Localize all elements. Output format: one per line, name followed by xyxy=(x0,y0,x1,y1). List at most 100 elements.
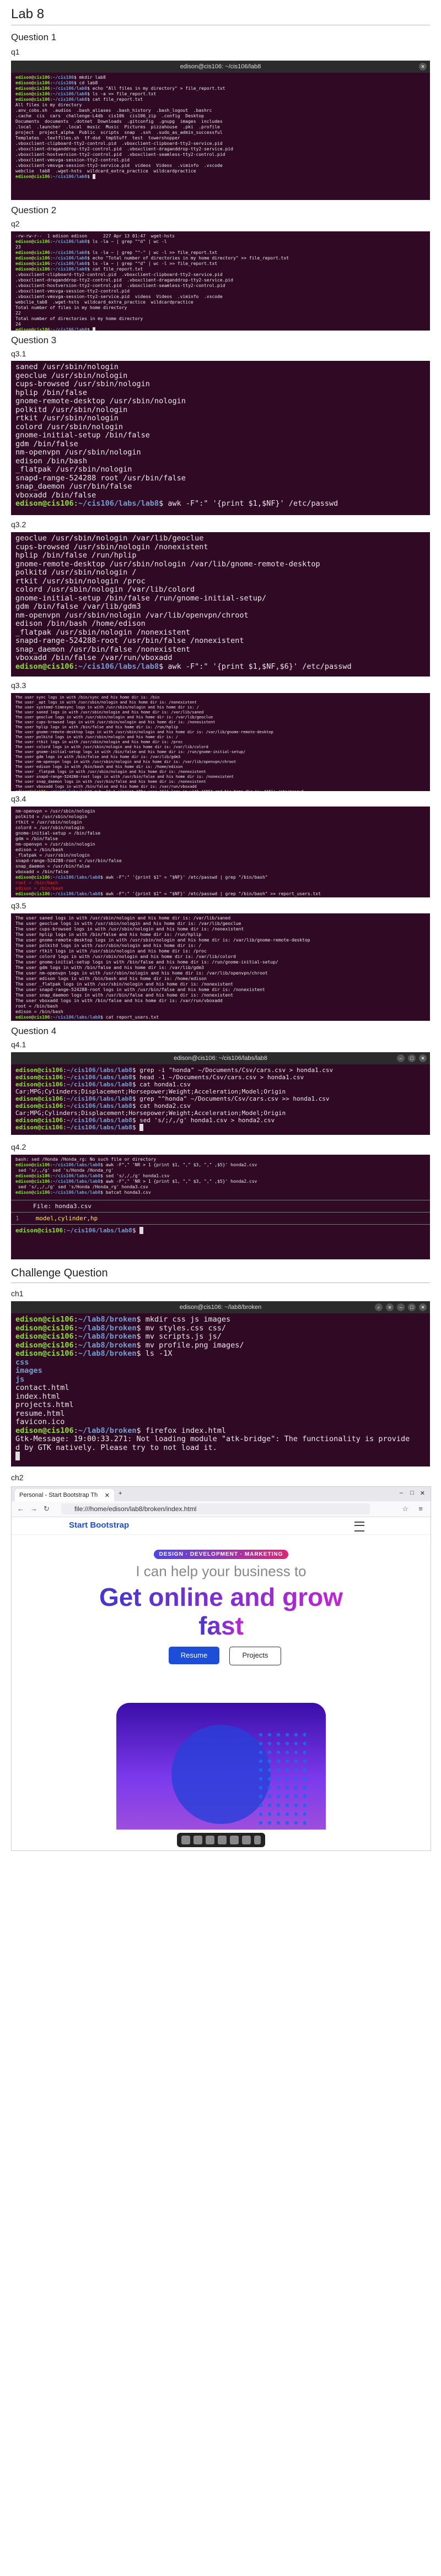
maximize-icon[interactable]: □ xyxy=(408,1054,416,1062)
output-text: The user gdm logs in with /bin/false and… xyxy=(15,965,204,970)
output-line: projects.html xyxy=(15,1400,426,1410)
output-text: resume.html xyxy=(15,1409,65,1418)
prompt-command: $ xyxy=(132,1124,140,1131)
output-line: 24 xyxy=(15,322,426,327)
output-text: cups-browsed /usr/sbin/nologin xyxy=(15,380,150,388)
output-line: gnome-initial-setup = /bin/false xyxy=(15,831,426,836)
q4-2-label: q4.2 xyxy=(11,1143,26,1151)
prompt-user: edison@cis106 xyxy=(15,1124,63,1131)
url-bar[interactable]: file:///home/edison/lab8/broken/index.ht… xyxy=(61,1503,370,1514)
output-line: Gtk-Message: 19:00:33.271: Not loading m… xyxy=(15,1435,426,1444)
output-line: The user vboxadd logs in with /bin/false… xyxy=(15,998,426,1004)
output-line: polkitd /usr/sbin/nologin / xyxy=(15,568,426,577)
output-text: The user gnome-remote-desktop logs in wi… xyxy=(15,730,273,734)
dock-app-icon[interactable] xyxy=(193,1836,202,1844)
forward-icon[interactable]: → xyxy=(30,1505,37,1513)
prompt-path: ~/cis106/labs/lab8 xyxy=(66,1102,132,1110)
prompt-line: edison@cis106:~/lab8/broken$ ls -1X xyxy=(15,1349,173,1358)
output-text: colord /usr/sbin/nologin /var/lib/colord xyxy=(15,585,195,594)
prompt-command: $ xyxy=(87,327,93,331)
output-line: project project_alpha Public scripts sna… xyxy=(15,130,426,136)
dock-app-icon[interactable] xyxy=(242,1836,251,1844)
browser-tab[interactable]: Personal - Start Bootstrap Th ✕ xyxy=(15,1489,114,1501)
minimize-icon[interactable]: – xyxy=(400,1490,403,1496)
reload-icon[interactable]: ↻ xyxy=(44,1505,50,1513)
dock-app-icon[interactable] xyxy=(206,1836,214,1844)
output-text: .vboxclient-vmsvga-session-tty2-service.… xyxy=(15,163,223,168)
bookmark-icon[interactable]: ☆ xyxy=(402,1505,408,1513)
projects-button[interactable]: Projects xyxy=(229,1647,281,1665)
dock-app-icon[interactable] xyxy=(181,1836,190,1844)
prompt-path: ~/cis106/labs/lab8 xyxy=(66,1081,132,1088)
output-text: sed 's/,,/g' sed 's/Honda /Honda_rg' xyxy=(15,1168,114,1173)
resume-button[interactable]: Resume xyxy=(169,1647,219,1664)
output-line: resume.html xyxy=(15,1409,426,1419)
output-text: The user gdm logs in with /bin/false and… xyxy=(15,755,181,759)
output-text: d by GTK natively. Please try to not loa… xyxy=(15,1443,217,1452)
maximize-icon[interactable]: □ xyxy=(410,1490,414,1496)
app-menu-icon[interactable]: ≡ xyxy=(418,1505,423,1513)
dock-app-icon[interactable] xyxy=(218,1836,227,1844)
output-line: root = /bin/bash xyxy=(15,1004,426,1009)
question-2-heading: Question 2 xyxy=(11,205,57,215)
output-text: sed 's/,,/,/g' sed 's/Honda /Honda_rg' h… xyxy=(15,1184,148,1189)
output-line: gnome-remote-desktop /usr/sbin/nologin xyxy=(15,397,426,406)
search-icon[interactable]: ⌕ xyxy=(375,1303,383,1311)
minimize-icon[interactable]: – xyxy=(397,1054,405,1062)
terminal-title: edison@cis106: ~/cis106/labs/lab8 xyxy=(174,1055,267,1062)
prompt-path: ~/cis106/labs/lab8 xyxy=(52,1015,101,1020)
prompt-user: edison@cis106 xyxy=(15,267,50,272)
output-text: polkitd /usr/sbin/nologin xyxy=(15,405,128,414)
output-text: The user geoclue logs in with /usr/sbin/… xyxy=(15,715,213,719)
output-line: The user geoclue logs in with /usr/sbin/… xyxy=(15,921,426,927)
output-line: nm-openvpn = /usr/sbin/nologin xyxy=(15,809,426,814)
prompt-command: $ sed 's/;/,/g' honda1.csv > honda2.csv xyxy=(132,1117,275,1124)
terminal-titlebar: edison@cis106: ~/lab8/broken ⌕ ≡ – □ ✕ xyxy=(11,1301,430,1313)
output-line: index.html xyxy=(15,1392,426,1401)
output-line: The user colord logs in with /usr/sbin/n… xyxy=(15,745,426,750)
terminal-output: The user saned logs in with /usr/sbin/no… xyxy=(11,913,430,1021)
prompt-line: edison@cis106:~/cis106/labs/lab8$ awk -F… xyxy=(15,891,321,896)
hamburger-icon[interactable] xyxy=(354,1522,364,1531)
dock-app-icon[interactable] xyxy=(254,1836,261,1844)
new-tab-icon[interactable]: + xyxy=(119,1490,122,1497)
output-text: The user saned logs in with /usr/sbin/no… xyxy=(15,916,231,921)
prompt-path: ~/cis106/labs/lab8 xyxy=(48,789,90,791)
output-text: index.html xyxy=(15,1392,61,1401)
output-text: js xyxy=(15,1374,25,1384)
prompt-command: $ awk -F"," 'NR > 1 {print $1, "," $3, "… xyxy=(100,1162,257,1167)
output-line: Car;MPG;Cylinders;Displacement;Horsepowe… xyxy=(15,1110,426,1117)
prompt-path: ~/cis106/labs/lab8 xyxy=(52,1162,101,1167)
output-text: favicon.ico xyxy=(15,1417,65,1426)
prompt-command: $ awk -F":" '{print $1" = "$NF}' /etc/pa… xyxy=(100,891,321,896)
output-line: The user snapd-range-524288-root logs in… xyxy=(15,987,426,993)
close-icon[interactable]: ✕ xyxy=(419,63,427,71)
output-line: The user rtkit logs in with /usr/sbin/no… xyxy=(15,740,426,745)
prompt-command: $ mkdir css js images xyxy=(136,1315,231,1324)
hero-headline-line-2: fast xyxy=(198,1611,244,1640)
maximize-icon[interactable]: □ xyxy=(408,1303,416,1311)
menu-icon[interactable]: ≡ xyxy=(386,1303,394,1311)
output-text: The user hplip logs in with /bin/false a… xyxy=(15,725,179,729)
site-brand[interactable]: Start Bootstrap xyxy=(69,1520,129,1530)
close-icon[interactable]: ✕ xyxy=(419,1054,427,1062)
output-text: rtkit = /usr/sbin/nologin xyxy=(15,820,82,825)
close-icon[interactable]: ✕ xyxy=(420,1490,425,1497)
prompt-path: ~/lab8/broken xyxy=(78,1349,137,1358)
output-line: .anv_cobs.sh .audios .bash_aliases .bash… xyxy=(15,108,426,113)
output-text: The user edison logs in with /bin/bash a… xyxy=(15,765,183,769)
dock-app-icon[interactable] xyxy=(230,1836,239,1844)
minimize-icon[interactable]: – xyxy=(397,1303,405,1311)
browser-tabbar: Personal - Start Bootstrap Th ✕ + – □ ✕ xyxy=(12,1487,431,1501)
output-text: The user polkitd logs in with /usr/sbin/… xyxy=(15,943,202,948)
output-text: gnome-remote-desktop /usr/sbin/nologin /… xyxy=(15,559,320,569)
output-line: snap_daemon /usr/bin/false /nonexistent xyxy=(15,645,426,654)
terminal-cursor xyxy=(139,1124,143,1131)
q3-1-label: q3.1 xyxy=(11,349,26,358)
prompt-line: edison@cis106:~/cis106/lab8$ xyxy=(15,174,426,180)
tab-close-icon[interactable]: ✕ xyxy=(105,1492,110,1499)
output-line xyxy=(15,1452,426,1461)
close-icon[interactable]: ✕ xyxy=(419,1303,427,1311)
back-icon[interactable]: ← xyxy=(17,1505,24,1513)
output-line: snapd-range-524288-root /usr/bin/false /… xyxy=(15,636,426,646)
